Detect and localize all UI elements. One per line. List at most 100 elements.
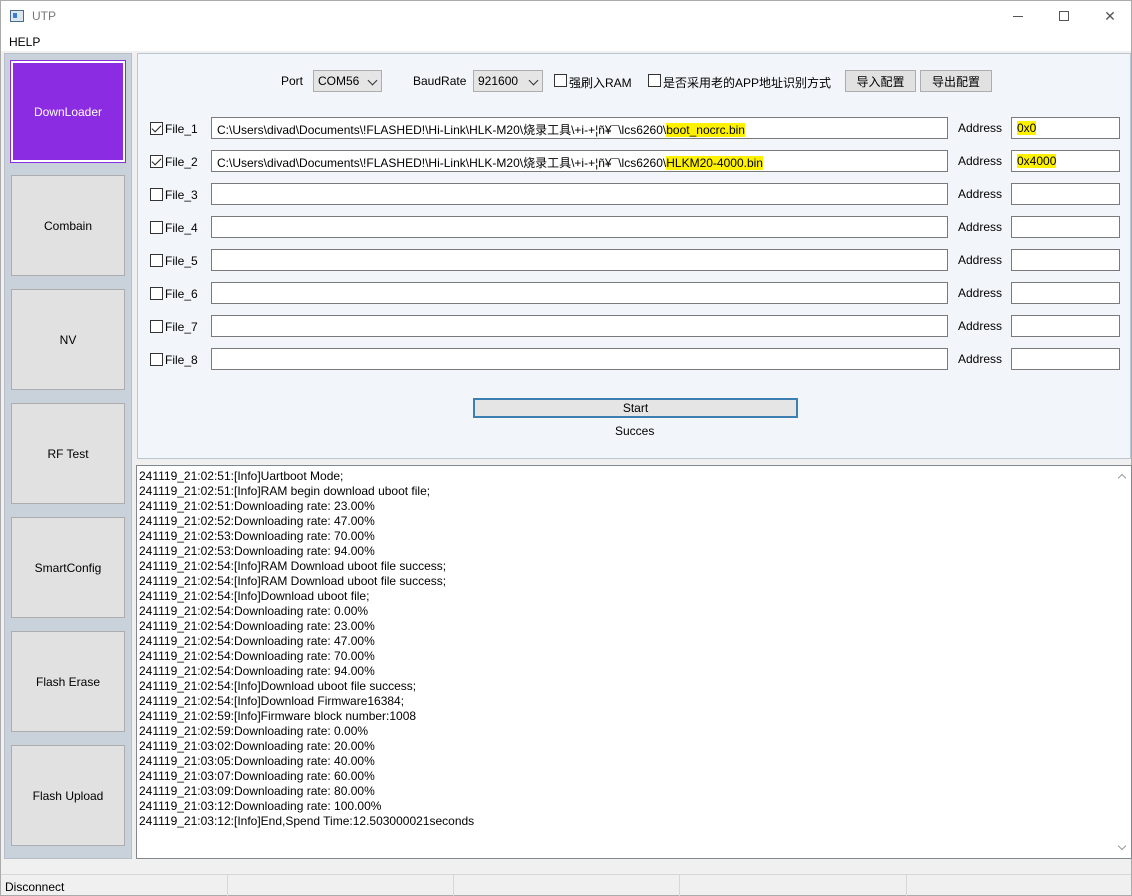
file-2-address-input[interactable]: 0x4000 [1011, 150, 1120, 172]
file-2-path-input[interactable]: C:\Users\divad\Documents\!FLASHED!\Hi-Li… [211, 150, 948, 172]
log-line: 241119_21:02:54:Downloading rate: 70.00% [139, 649, 375, 663]
minimize-button[interactable] [995, 1, 1041, 31]
nav-downloader[interactable]: DownLoader [10, 60, 126, 163]
log-line: 241119_21:03:05:Downloading rate: 40.00% [139, 754, 375, 768]
file-4-label: File_4 [165, 221, 198, 235]
old-app-checkbox[interactable] [648, 74, 661, 87]
log-line: 241119_21:02:51:[Info]Uartboot Mode; [139, 469, 344, 483]
app-window: UTP ✕ HELP DownLoader Combain NV RF Test… [0, 0, 1132, 896]
window-title: UTP [32, 9, 56, 23]
file-3-path-input[interactable] [211, 183, 948, 205]
menu-bar: HELP [1, 31, 1131, 51]
force-ram-checkbox[interactable] [554, 74, 567, 87]
nav-rf-test[interactable]: RF Test [11, 403, 125, 504]
menu-help[interactable]: HELP [9, 35, 40, 49]
log-line: 241119_21:02:51:Downloading rate: 23.00% [139, 499, 375, 513]
close-icon: ✕ [1104, 7, 1116, 24]
file-8-label: File_8 [165, 353, 198, 367]
port-label: Port [281, 74, 304, 88]
log-line: 241119_21:02:51:[Info]RAM begin download… [139, 484, 431, 498]
file-6-checkbox[interactable] [150, 287, 163, 300]
file-6-label: File_6 [165, 287, 198, 301]
baudrate-select[interactable]: 921600 [473, 70, 543, 92]
chevron-down-icon [367, 75, 378, 86]
nav-flash-upload[interactable]: Flash Upload [11, 745, 125, 846]
file-3-address-input[interactable] [1011, 183, 1120, 205]
file-7-path-input[interactable] [211, 315, 948, 337]
file-5-address-label: Address [958, 253, 1003, 267]
file-2-path-prefix: C:\Users\divad\Documents\!FLASHED!\Hi-Li… [217, 156, 667, 170]
download-status: Success [615, 424, 655, 438]
file-1-path-prefix: C:\Users\divad\Documents\!FLASHED!\Hi-Li… [217, 123, 667, 137]
baudrate-value: 921600 [478, 74, 519, 88]
log-line: 241119_21:02:53:Downloading rate: 70.00% [139, 529, 375, 543]
file-1-address-input[interactable]: 0x0 [1011, 117, 1120, 139]
status-bar: Disconnect [1, 874, 1131, 896]
log-line: 241119_21:02:54:[Info]Download Firmware1… [139, 694, 405, 708]
file-7-address-label: Address [958, 319, 1003, 333]
baudrate-label: BaudRate [413, 74, 467, 88]
close-button[interactable]: ✕ [1087, 1, 1132, 31]
scroll-down-icon[interactable] [1117, 841, 1127, 851]
port-value: COM56 [318, 74, 360, 88]
log-line: 241119_21:03:09:Downloading rate: 80.00% [139, 784, 375, 798]
export-config-button[interactable]: 导出配置 [920, 70, 992, 92]
file-6-address-input[interactable] [1011, 282, 1120, 304]
scroll-up-icon[interactable] [1117, 473, 1127, 483]
log-line: 241119_21:03:12:Downloading rate: 100.00… [139, 799, 382, 813]
file-2-address-label: Address [958, 154, 1003, 168]
downloader-panel: Port COM56 BaudRate 921600 强刷入RAM 是否采用老的… [137, 53, 1131, 459]
file-1-path-input[interactable]: C:\Users\divad\Documents\!FLASHED!\Hi-Li… [211, 117, 948, 139]
file-5-address-input[interactable] [1011, 249, 1120, 271]
nav-flash-erase[interactable]: Flash Erase [11, 631, 125, 732]
file-4-address-input[interactable] [1011, 216, 1120, 238]
file-2-address-value: 0x4000 [1017, 154, 1057, 168]
log-line: 241119_21:03:07:Downloading rate: 60.00% [139, 769, 375, 783]
file-6-address-label: Address [958, 286, 1003, 300]
import-config-button[interactable]: 导入配置 [845, 70, 916, 92]
log-output[interactable]: 241119_21:02:51:[Info]Uartboot Mode; 2411… [136, 465, 1132, 859]
file-5-checkbox[interactable] [150, 254, 163, 267]
file-3-label: File_3 [165, 188, 198, 202]
port-select[interactable]: COM56 [313, 70, 382, 92]
file-3-checkbox[interactable] [150, 188, 163, 201]
file-2-checkbox[interactable] [150, 155, 163, 168]
maximize-button[interactable] [1041, 1, 1087, 31]
log-line: 241119_21:02:54:Downloading rate: 94.00% [139, 664, 375, 678]
file-7-address-input[interactable] [1011, 315, 1120, 337]
file-8-address-input[interactable] [1011, 348, 1120, 370]
file-1-checkbox[interactable] [150, 122, 163, 135]
chevron-down-icon [528, 75, 539, 86]
file-4-checkbox[interactable] [150, 221, 163, 234]
file-7-label: File_7 [165, 320, 198, 334]
status-segment [228, 875, 454, 896]
file-4-path-input[interactable] [211, 216, 948, 238]
log-line: 241119_21:02:54:Downloading rate: 23.00% [139, 619, 375, 633]
file-2-label: File_2 [165, 155, 198, 169]
file-5-path-input[interactable] [211, 249, 948, 271]
log-line: 241119_21:02:53:Downloading rate: 94.00% [139, 544, 375, 558]
title-bar[interactable]: UTP ✕ [1, 1, 1131, 31]
file-1-label: File_1 [165, 122, 198, 136]
file-4-address-label: Address [958, 220, 1003, 234]
file-1-address-value: 0x0 [1017, 121, 1037, 135]
force-ram-label: 强刷入RAM [569, 76, 632, 90]
file-8-checkbox[interactable] [150, 353, 163, 366]
log-line: 241119_21:03:02:Downloading rate: 20.00% [139, 739, 375, 753]
nav-nv[interactable]: NV [11, 289, 125, 390]
app-icon [10, 10, 24, 22]
log-line: 241119_21:02:59:Downloading rate: 0.00% [139, 724, 369, 738]
nav-smartconfig[interactable]: SmartConfig [11, 517, 125, 618]
log-line: 241119_21:02:54:[Info]RAM Download uboot… [139, 574, 447, 588]
sidebar: DownLoader Combain NV RF Test SmartConfi… [4, 53, 132, 859]
file-8-path-input[interactable] [211, 348, 948, 370]
file-7-checkbox[interactable] [150, 320, 163, 333]
log-line: 241119_21:02:54:[Info]RAM Download uboot… [139, 559, 447, 573]
log-scrollbar[interactable] [1114, 466, 1131, 858]
file-2-path-highlight: HLKM20-4000.bin [666, 156, 763, 170]
log-line: 241119_21:02:54:Downloading rate: 0.00% [139, 604, 369, 618]
file-6-path-input[interactable] [211, 282, 948, 304]
nav-combain[interactable]: Combain [11, 175, 125, 276]
log-line: 241119_21:02:59:[Info]Firmware block num… [139, 709, 417, 723]
start-button[interactable]: Start [473, 398, 798, 418]
